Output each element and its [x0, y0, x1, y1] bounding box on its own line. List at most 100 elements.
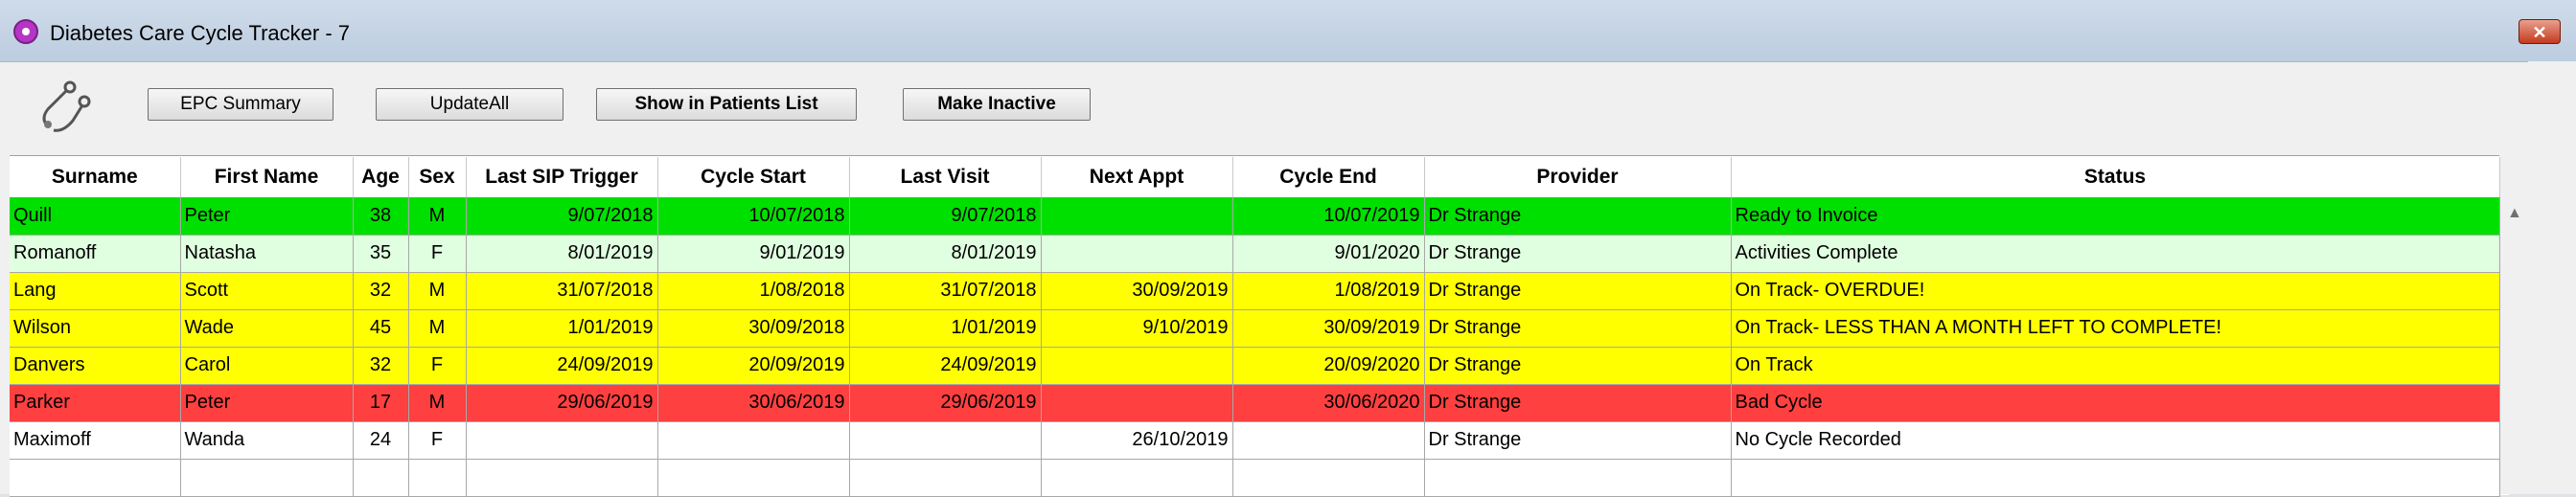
cell-age[interactable]: 32 [353, 272, 409, 310]
cell-provider[interactable]: Dr Strange [1424, 272, 1732, 310]
cell-cycle-end[interactable] [1232, 421, 1425, 460]
cell-sex[interactable]: F [408, 235, 467, 273]
cell-cycle-start[interactable]: 20/09/2019 [657, 347, 850, 385]
cell-first-name[interactable]: Natasha [180, 235, 354, 273]
cell-last-sip-trigger[interactable] [466, 421, 658, 460]
cell-status[interactable]: On Track [1731, 347, 2500, 385]
cell-cycle-end[interactable]: 9/01/2020 [1232, 235, 1425, 273]
cell-sex[interactable]: F [408, 347, 467, 385]
cell-last-visit[interactable] [849, 421, 1042, 460]
cell-cycle-end[interactable]: 1/08/2019 [1232, 272, 1425, 310]
cell-status[interactable]: On Track- LESS THAN A MONTH LEFT TO COMP… [1731, 309, 2500, 348]
cell-cycle-start[interactable] [657, 421, 850, 460]
col-header-last-sip-trigger[interactable]: Last SIP Trigger [466, 157, 658, 197]
show-in-patients-list-button[interactable]: Show in Patients List [596, 88, 857, 121]
cell-status[interactable]: Bad Cycle [1731, 384, 2500, 422]
cell-surname[interactable]: Quill [10, 197, 181, 236]
col-header-provider[interactable]: Provider [1424, 157, 1732, 197]
cell-provider[interactable]: Dr Strange [1424, 235, 1732, 273]
cell-sex[interactable]: M [408, 272, 467, 310]
cell-provider[interactable]: Dr Strange [1424, 384, 1732, 422]
cell-cycle-start[interactable]: 1/08/2018 [657, 272, 850, 310]
scroll-up-icon[interactable]: ▲ [2507, 205, 2522, 222]
cell-sex[interactable]: F [408, 421, 467, 460]
cell-last-sip-trigger[interactable]: 9/07/2018 [466, 197, 658, 236]
cell-surname[interactable]: Danvers [10, 347, 181, 385]
cell-age[interactable]: 17 [353, 384, 409, 422]
cell-surname[interactable]: Maximoff [10, 421, 181, 460]
cell-cycle-end[interactable]: 20/09/2020 [1232, 347, 1425, 385]
table-row[interactable]: Romanoff Natasha 35 F 8/01/2019 9/01/201… [10, 235, 2500, 273]
col-header-sex[interactable]: Sex [408, 157, 467, 197]
col-header-first-name[interactable]: First Name [180, 157, 354, 197]
col-header-cycle-start[interactable]: Cycle Start [657, 157, 850, 197]
cell-next-appt[interactable] [1041, 347, 1233, 385]
cell-next-appt[interactable]: 26/10/2019 [1041, 421, 1233, 460]
cell-cycle-end[interactable]: 30/09/2019 [1232, 309, 1425, 348]
cell-next-appt[interactable] [1041, 197, 1233, 236]
table-row[interactable]: Lang Scott 32 M 31/07/2018 1/08/2018 31/… [10, 272, 2500, 310]
cell-last-visit[interactable]: 31/07/2018 [849, 272, 1042, 310]
cell-cycle-start[interactable]: 10/07/2018 [657, 197, 850, 236]
cell-status[interactable]: Ready to Invoice [1731, 197, 2500, 236]
cell-cycle-end[interactable]: 30/06/2020 [1232, 384, 1425, 422]
cell-provider[interactable]: Dr Strange [1424, 421, 1732, 460]
cell-status[interactable]: No Cycle Recorded [1731, 421, 2500, 460]
make-inactive-button[interactable]: Make Inactive [903, 88, 1091, 121]
table-row[interactable]: Quill Peter 38 M 9/07/2018 10/07/2018 9/… [10, 197, 2500, 236]
table-row[interactable]: Parker Peter 17 M 29/06/2019 30/06/2019 … [10, 384, 2500, 422]
close-button[interactable]: ✕ [2518, 19, 2561, 44]
cell-last-visit[interactable]: 24/09/2019 [849, 347, 1042, 385]
table-row[interactable]: Wilson Wade 45 M 1/01/2019 30/09/2018 1/… [10, 309, 2500, 348]
cell-last-visit[interactable]: 1/01/2019 [849, 309, 1042, 348]
cell-first-name[interactable]: Scott [180, 272, 354, 310]
update-all-button[interactable]: UpdateAll [376, 88, 564, 121]
col-header-status[interactable]: Status [1731, 157, 2500, 197]
cell-last-sip-trigger[interactable]: 29/06/2019 [466, 384, 658, 422]
cell-first-name[interactable]: Carol [180, 347, 354, 385]
cell-age[interactable]: 24 [353, 421, 409, 460]
cell-last-visit[interactable]: 8/01/2019 [849, 235, 1042, 273]
cell-sex[interactable]: M [408, 309, 467, 348]
cell-sex[interactable]: M [408, 384, 467, 422]
cell-status[interactable]: Activities Complete [1731, 235, 2500, 273]
cell-status[interactable]: On Track- OVERDUE! [1731, 272, 2500, 310]
epc-summary-button[interactable]: EPC Summary [148, 88, 334, 121]
cell-provider[interactable]: Dr Strange [1424, 309, 1732, 348]
cell-surname[interactable]: Lang [10, 272, 181, 310]
col-header-next-appt[interactable]: Next Appt [1041, 157, 1233, 197]
cell-cycle-end[interactable]: 10/07/2019 [1232, 197, 1425, 236]
cell-age[interactable]: 38 [353, 197, 409, 236]
cell-first-name[interactable]: Peter [180, 197, 354, 236]
cell-first-name[interactable]: Wade [180, 309, 354, 348]
cell-cycle-start[interactable]: 30/09/2018 [657, 309, 850, 348]
col-header-cycle-end[interactable]: Cycle End [1232, 157, 1425, 197]
cell-surname[interactable]: Romanoff [10, 235, 181, 273]
cell-surname[interactable]: Parker [10, 384, 181, 422]
cell-surname[interactable]: Wilson [10, 309, 181, 348]
cell-age[interactable]: 45 [353, 309, 409, 348]
cell-next-appt[interactable]: 30/09/2019 [1041, 272, 1233, 310]
cell-provider[interactable]: Dr Strange [1424, 347, 1732, 385]
cell-age[interactable]: 32 [353, 347, 409, 385]
cell-next-appt[interactable] [1041, 235, 1233, 273]
cell-last-sip-trigger[interactable]: 31/07/2018 [466, 272, 658, 310]
col-header-surname[interactable]: Surname [10, 157, 181, 197]
cell-next-appt[interactable]: 9/10/2019 [1041, 309, 1233, 348]
col-header-last-visit[interactable]: Last Visit [849, 157, 1042, 197]
col-header-age[interactable]: Age [353, 157, 409, 197]
cell-sex[interactable]: M [408, 197, 467, 236]
cell-first-name[interactable]: Peter [180, 384, 354, 422]
table-row[interactable]: Maximoff Wanda 24 F 26/10/2019 Dr Strang… [10, 421, 2500, 460]
cell-last-visit[interactable]: 29/06/2019 [849, 384, 1042, 422]
cell-provider[interactable]: Dr Strange [1424, 197, 1732, 236]
cell-cycle-start[interactable]: 9/01/2019 [657, 235, 850, 273]
cell-last-visit[interactable]: 9/07/2018 [849, 197, 1042, 236]
cell-next-appt[interactable] [1041, 384, 1233, 422]
cell-last-sip-trigger[interactable]: 1/01/2019 [466, 309, 658, 348]
cell-last-sip-trigger[interactable]: 8/01/2019 [466, 235, 658, 273]
cell-last-sip-trigger[interactable]: 24/09/2019 [466, 347, 658, 385]
cell-cycle-start[interactable]: 30/06/2019 [657, 384, 850, 422]
cell-first-name[interactable]: Wanda [180, 421, 354, 460]
cell-age[interactable]: 35 [353, 235, 409, 273]
